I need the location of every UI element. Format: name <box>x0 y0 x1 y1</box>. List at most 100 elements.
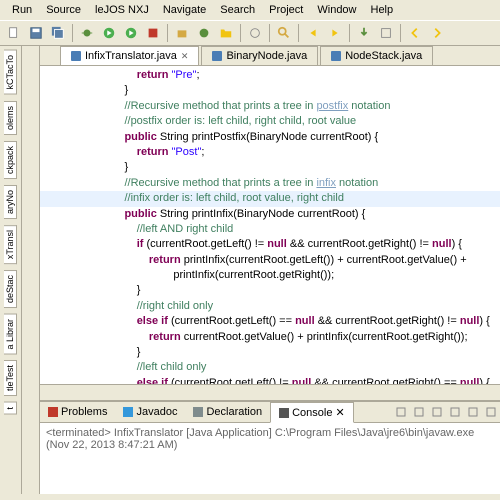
forward-button[interactable] <box>427 23 447 43</box>
code-line[interactable]: //right child only <box>40 299 500 314</box>
console-icon <box>279 408 289 418</box>
open-type-button[interactable] <box>245 23 265 43</box>
code-line[interactable]: return "Pre"; <box>40 68 500 83</box>
remove-all-button[interactable] <box>412 405 426 419</box>
menu-navigate[interactable]: Navigate <box>157 2 212 18</box>
side-tab[interactable]: tleTest <box>4 360 17 396</box>
menu-lejos-nxj[interactable]: leJOS NXJ <box>89 2 155 18</box>
code-line[interactable]: return printInfix(currentRoot.getLeft())… <box>40 253 500 268</box>
max-button[interactable] <box>484 405 498 419</box>
save-all-button[interactable] <box>48 23 68 43</box>
new-folder-button[interactable] <box>216 23 236 43</box>
editor-tabs: InfixTranslator.java ✕ BinaryNode.java Node… <box>40 46 500 66</box>
code-line[interactable]: } <box>40 83 500 98</box>
debug-button[interactable] <box>77 23 97 43</box>
new-button[interactable] <box>4 23 24 43</box>
code-line[interactable]: return currentRoot.getValue() + printInf… <box>40 330 500 345</box>
code-editor[interactable]: return "Pre"; } //Recursive method that … <box>40 66 500 384</box>
bottom-tab-label: Declaration <box>206 406 262 418</box>
left-gutter <box>22 46 40 494</box>
side-tab[interactable]: deStac <box>4 270 17 308</box>
bottom-tab-label: Javadoc <box>136 406 177 418</box>
side-tab[interactable]: aryNo <box>4 185 17 219</box>
problems-icon <box>48 407 58 417</box>
code-line[interactable]: public String printInfix(BinaryNode curr… <box>40 207 500 222</box>
toolbar-separator <box>72 24 73 42</box>
bottom-tab-label: Console <box>292 407 332 419</box>
toolbar-separator <box>167 24 168 42</box>
side-tab[interactable]: xTransl <box>4 225 17 264</box>
side-tab[interactable]: olems <box>4 101 17 135</box>
java-file-icon <box>212 51 222 61</box>
annotation-next-button[interactable] <box>325 23 345 43</box>
code-line[interactable]: //Recursive method that prints a tree in… <box>40 176 500 191</box>
menu-source[interactable]: Source <box>40 2 87 18</box>
code-line[interactable]: } <box>40 345 500 360</box>
code-line[interactable]: else if (currentRoot.getLeft() == null &… <box>40 314 500 329</box>
toolbar-separator <box>298 24 299 42</box>
code-line[interactable]: return "Post"; <box>40 145 500 160</box>
code-line[interactable]: //left AND right child <box>40 222 500 237</box>
new-class-button[interactable] <box>194 23 214 43</box>
bottom-tabs: Problems Javadoc Declaration Console ✕ <box>40 402 500 423</box>
close-icon[interactable]: ✕ <box>335 406 344 419</box>
code-line[interactable]: else if (currentRoot.getLeft() != null &… <box>40 376 500 384</box>
download-button[interactable] <box>354 23 374 43</box>
bottom-panel: Problems Javadoc Declaration Console ✕ <ter… <box>40 400 500 494</box>
upload-button[interactable] <box>376 23 396 43</box>
menu-project[interactable]: Project <box>263 2 309 18</box>
tab-label: InfixTranslator.java <box>85 50 177 62</box>
menu-search[interactable]: Search <box>214 2 261 18</box>
code-line[interactable]: } <box>40 283 500 298</box>
new-package-button[interactable] <box>172 23 192 43</box>
code-line[interactable]: } <box>40 160 500 175</box>
min-button[interactable] <box>466 405 480 419</box>
menu-help[interactable]: Help <box>365 2 400 18</box>
bottom-tab-javadoc[interactable]: Javadoc <box>115 403 185 421</box>
remove-launch-button[interactable] <box>394 405 408 419</box>
pin-button[interactable] <box>430 405 444 419</box>
code-line[interactable]: public String printPostfix(BinaryNode cu… <box>40 130 500 145</box>
run-button[interactable] <box>99 23 119 43</box>
console-output[interactable]: <terminated> InfixTranslator [Java Appli… <box>40 423 500 455</box>
menu-window[interactable]: Window <box>311 2 362 18</box>
editor-tab[interactable]: BinaryNode.java <box>201 46 318 65</box>
bottom-tab-console[interactable]: Console ✕ <box>270 402 354 423</box>
code-line[interactable]: if (currentRoot.getLeft() != null && cur… <box>40 237 500 252</box>
side-tab[interactable]: ckpack <box>4 141 17 179</box>
toolbar-separator <box>269 24 270 42</box>
side-tab[interactable]: kCTacTo <box>4 50 17 95</box>
display-button[interactable] <box>448 405 462 419</box>
code-line[interactable]: printInfix(currentRoot.getRight()); <box>40 268 500 283</box>
tab-label: NodeStack.java <box>345 50 422 62</box>
toolbar <box>0 20 500 46</box>
code-line[interactable]: //Recursive method that prints a tree in… <box>40 99 500 114</box>
main-area: kCTacTo olems ckpack aryNo xTransl deStac a Li… <box>0 46 500 494</box>
tab-label: BinaryNode.java <box>226 50 307 62</box>
run-last-button[interactable] <box>121 23 141 43</box>
toolbar-separator <box>240 24 241 42</box>
menu-bar: RunSourceleJOS NXJNavigateSearchProjectW… <box>0 0 500 20</box>
code-line[interactable]: //infix order is: left child, root value… <box>40 191 500 206</box>
editor-area: InfixTranslator.java ✕ BinaryNode.java Node… <box>40 46 500 494</box>
external-tools-button[interactable] <box>143 23 163 43</box>
search-button[interactable] <box>274 23 294 43</box>
back-button[interactable] <box>405 23 425 43</box>
code-line[interactable]: //left child only <box>40 360 500 375</box>
status-bar <box>0 494 500 500</box>
java-file-icon <box>71 51 81 61</box>
side-view-tabs: kCTacTo olems ckpack aryNo xTransl deStac a Li… <box>0 46 22 494</box>
editor-tab[interactable]: InfixTranslator.java ✕ <box>60 46 199 65</box>
annotation-prev-button[interactable] <box>303 23 323 43</box>
bottom-tab-declaration[interactable]: Declaration <box>185 403 270 421</box>
menu-run[interactable]: Run <box>6 2 38 18</box>
horizontal-scrollbar[interactable] <box>40 384 500 400</box>
code-line[interactable]: //postfix order is: left child, right ch… <box>40 114 500 129</box>
save-button[interactable] <box>26 23 46 43</box>
bottom-tab-problems[interactable]: Problems <box>40 403 115 421</box>
side-tab[interactable]: a Librar <box>4 314 17 355</box>
close-icon[interactable]: ✕ <box>181 51 189 62</box>
bottom-tab-label: Problems <box>61 406 107 418</box>
side-tab[interactable]: t <box>4 402 17 415</box>
editor-tab[interactable]: NodeStack.java <box>320 46 433 65</box>
